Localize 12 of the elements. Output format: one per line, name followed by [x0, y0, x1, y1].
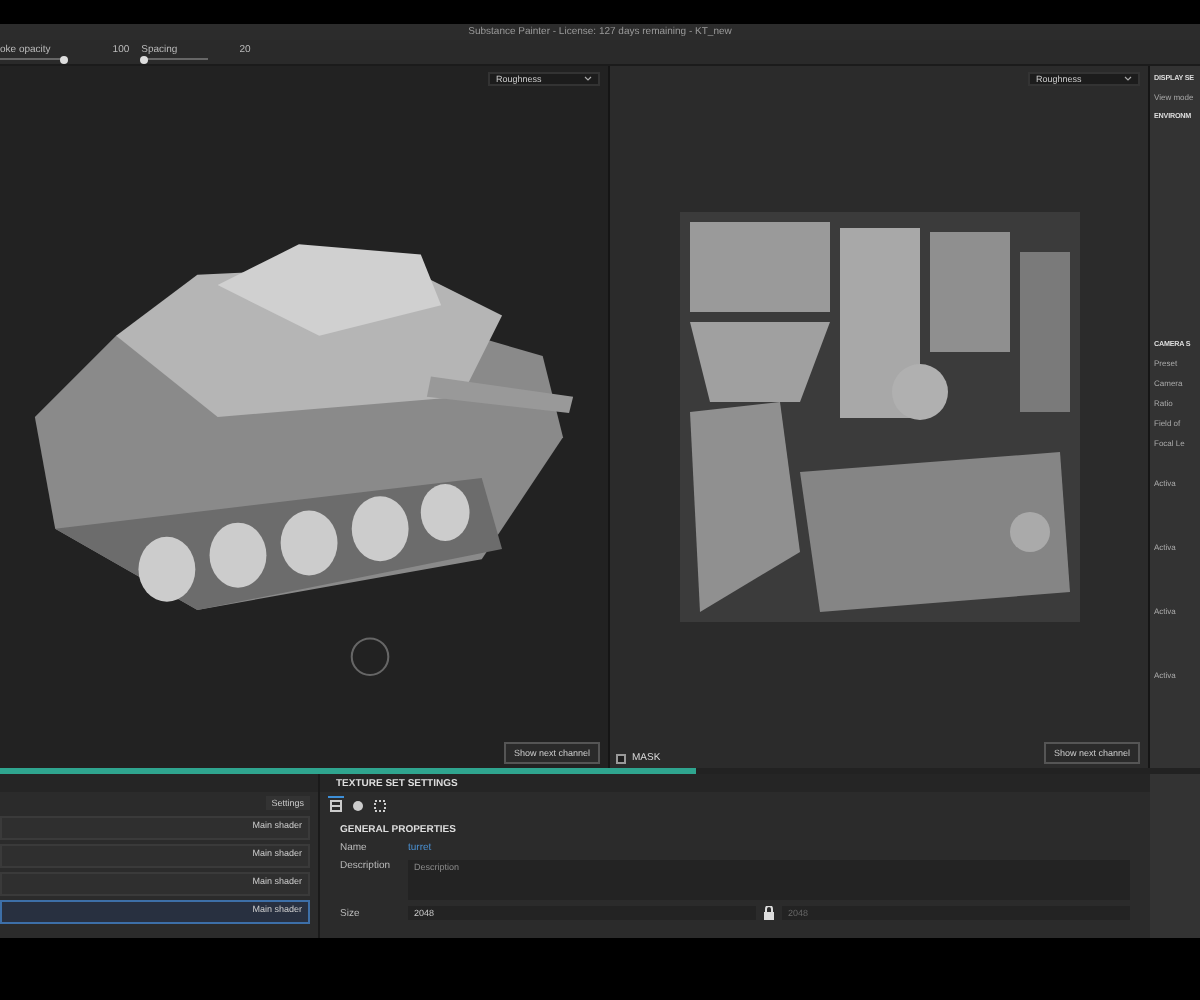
tab[interactable]	[372, 796, 388, 812]
lock-icon[interactable]	[762, 906, 776, 920]
sphere-icon	[352, 799, 364, 811]
slider-thumb[interactable]	[140, 55, 149, 63]
chevron-icon	[1124, 76, 1132, 82]
mask-checkbox[interactable]	[616, 753, 626, 763]
tab[interactable]	[350, 796, 366, 812]
expand-icon	[374, 799, 386, 811]
grid-icon	[330, 799, 342, 811]
slider-thumb[interactable]	[60, 55, 68, 63]
chevron-icon	[584, 76, 592, 82]
tab[interactable]	[328, 796, 344, 812]
